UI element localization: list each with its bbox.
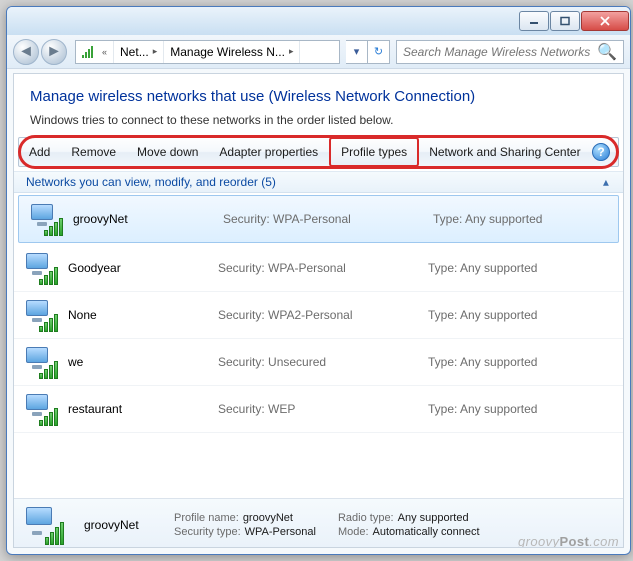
breadcrumb-net[interactable]: Net...▸ — [114, 41, 164, 63]
network-type: Type: Any supported — [428, 261, 613, 275]
wireless-network-icon — [29, 202, 63, 236]
add-button[interactable]: Add — [19, 138, 61, 166]
network-row[interactable]: None Security: WPA2-Personal Type: Any s… — [14, 292, 623, 339]
search-icon: 🔍 — [597, 42, 617, 62]
page-title: Manage wireless networks that use (Wirel… — [30, 88, 607, 105]
network-name: groovyNet — [73, 212, 223, 226]
navigation-row: ◄ ► « Net...▸ Manage Wireless N...▸ ▾ ↻ … — [7, 35, 630, 69]
network-sharing-center-button[interactable]: Network and Sharing Center — [419, 138, 591, 166]
network-type: Type: Any supported — [428, 355, 613, 369]
group-header[interactable]: Networks you can view, modify, and reord… — [14, 171, 623, 193]
network-name: Goodyear — [68, 261, 218, 275]
search-input[interactable] — [403, 45, 597, 59]
address-bar[interactable]: « Net...▸ Manage Wireless N...▸ — [75, 40, 340, 64]
watermark: groovyPost.com — [518, 534, 619, 548]
network-row[interactable]: Goodyear Security: WPA-Personal Type: An… — [14, 245, 623, 292]
chevron-up-icon: ▼ — [601, 177, 611, 188]
network-type: Type: Any supported — [433, 212, 608, 226]
explorer-window: ◄ ► « Net...▸ Manage Wireless N...▸ ▾ ↻ … — [6, 6, 631, 555]
network-type: Type: Any supported — [428, 402, 613, 416]
profile-types-button[interactable]: Profile types — [329, 137, 419, 167]
network-row[interactable]: groovyNet Security: WPA-Personal Type: A… — [18, 195, 619, 243]
network-name: None — [68, 308, 218, 322]
move-down-button[interactable]: Move down — [127, 138, 209, 166]
breadcrumb-root[interactable]: « — [76, 41, 114, 63]
page-subtitle: Windows tries to connect to these networ… — [30, 113, 607, 127]
network-security: Security: WPA2-Personal — [218, 308, 428, 322]
group-label: Networks you can view, modify, and reord… — [26, 175, 276, 189]
refresh-button[interactable]: ↻ — [368, 40, 390, 64]
history-dropdown[interactable]: ▾ — [346, 40, 368, 64]
wireless-network-icon — [24, 392, 58, 426]
wireless-network-icon — [24, 345, 58, 379]
adapter-properties-button[interactable]: Adapter properties — [209, 138, 329, 166]
network-security: Security: WPA-Personal — [218, 261, 428, 275]
wireless-network-icon — [24, 298, 58, 332]
network-list: groovyNet Security: WPA-Personal Type: A… — [14, 193, 623, 498]
network-row[interactable]: restaurant Security: WEP Type: Any suppo… — [14, 386, 623, 433]
signal-icon — [82, 46, 96, 58]
details-name: groovyNet — [84, 518, 164, 532]
network-security: Security: Unsecured — [218, 355, 428, 369]
back-button[interactable]: ◄ — [13, 39, 39, 65]
maximize-button[interactable] — [550, 11, 580, 31]
command-toolbar: Add Remove Move down Adapter properties … — [18, 137, 619, 167]
network-security: Security: WPA-Personal — [223, 212, 433, 226]
search-box[interactable]: 🔍 — [396, 40, 624, 64]
minimize-button[interactable] — [519, 11, 549, 31]
network-name: restaurant — [68, 402, 218, 416]
wireless-network-icon — [24, 251, 58, 285]
content-pane: Manage wireless networks that use (Wirel… — [13, 73, 624, 548]
forward-button[interactable]: ► — [41, 39, 67, 65]
wireless-network-icon — [24, 505, 64, 545]
network-name: we — [68, 355, 218, 369]
remove-button[interactable]: Remove — [61, 138, 127, 166]
titlebar — [7, 7, 630, 35]
network-security: Security: WEP — [218, 402, 428, 416]
close-button[interactable] — [581, 11, 629, 31]
help-icon[interactable]: ? — [592, 143, 610, 161]
breadcrumb-manage[interactable]: Manage Wireless N...▸ — [164, 41, 300, 63]
network-row[interactable]: we Security: Unsecured Type: Any support… — [14, 339, 623, 386]
network-type: Type: Any supported — [428, 308, 613, 322]
